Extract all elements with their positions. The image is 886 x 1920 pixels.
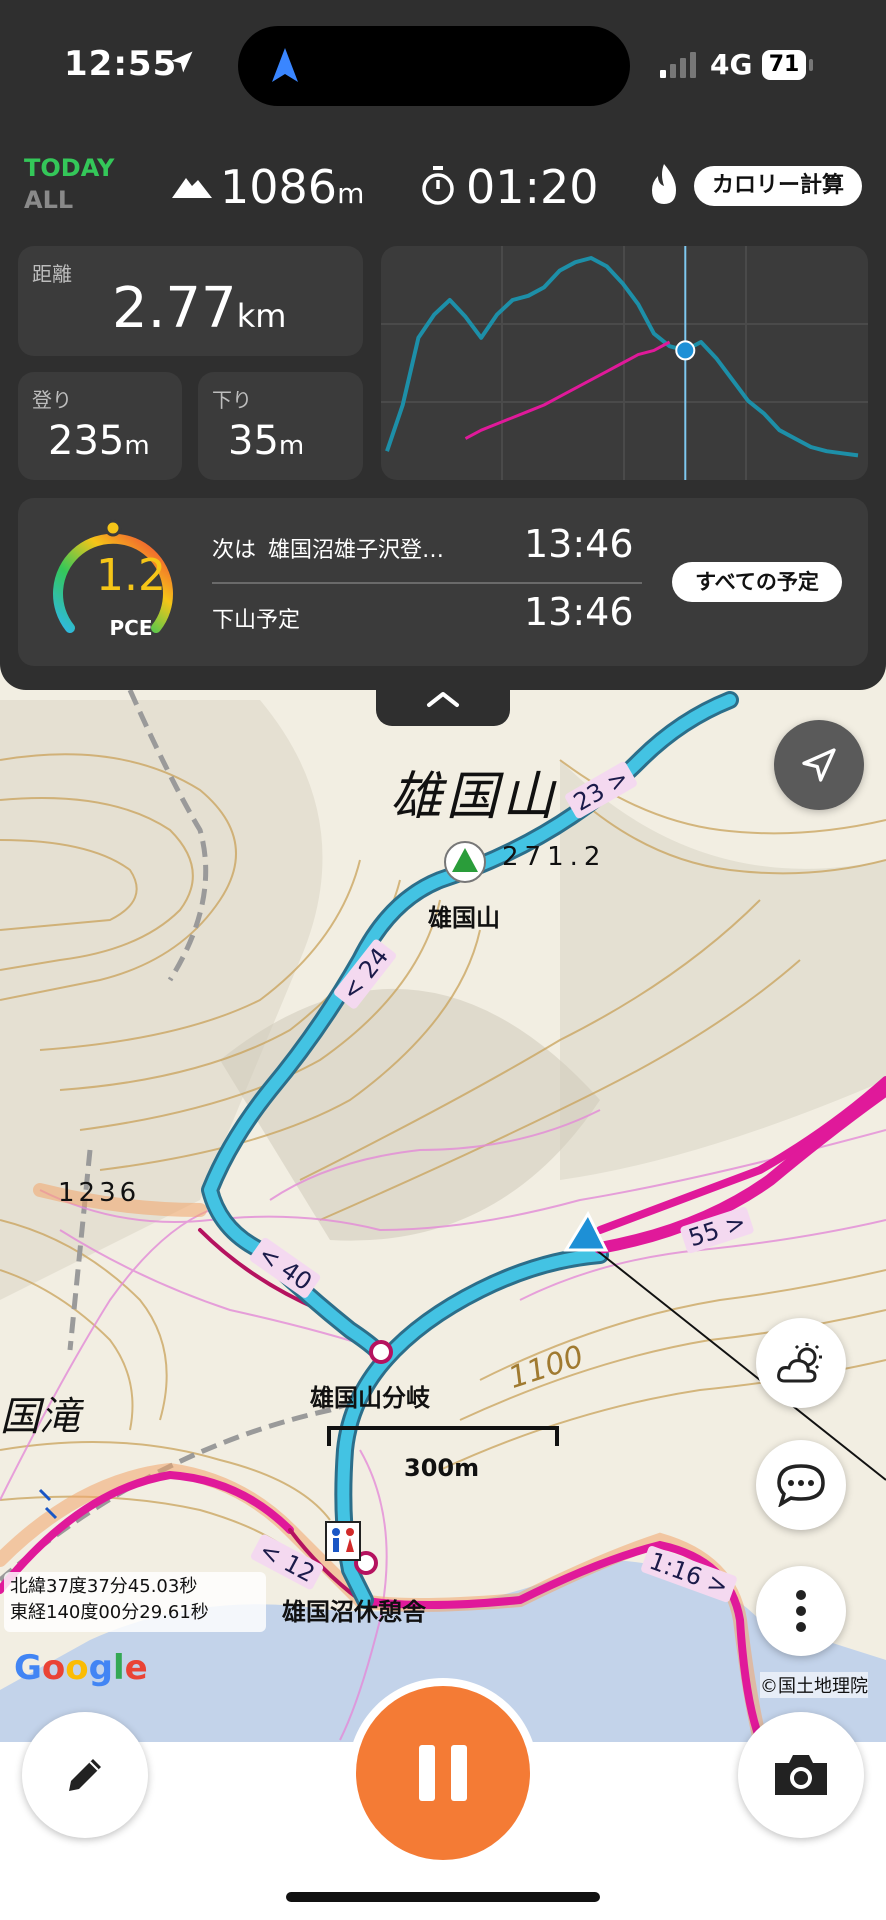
map-attribution: ©国土地理院 (760, 1672, 868, 1698)
all-toggle[interactable]: ALL (24, 186, 73, 214)
distance-value: 2.77km (112, 276, 287, 341)
camera-button[interactable] (738, 1712, 864, 1838)
pause-icon (419, 1745, 467, 1801)
next-arrival-time: 13:46 (524, 522, 634, 566)
next-label: 次は (212, 538, 257, 563)
plan-card[interactable]: 1.2 PCE 次は 雄国沼雄子沢登… 13:46 下山予定 13:46 すべて… (18, 498, 868, 666)
flame-icon (652, 164, 676, 204)
locate-me-button[interactable] (774, 720, 864, 810)
elevation-profile-chart[interactable] (381, 246, 868, 480)
coordinates-readout: 北緯37度37分45.03秒 東経140度00分29.61秒 (4, 1572, 266, 1632)
camera-icon (775, 1755, 827, 1795)
google-logo: Google (14, 1648, 148, 1688)
map-label-shelter[interactable]: 雄国沼休憩舎 (282, 1592, 426, 1627)
battery-indicator: 71 (762, 50, 806, 80)
status-time: 12:55 (64, 44, 178, 84)
cellular-signal-icon (660, 52, 696, 78)
latitude-text: 北緯37度37分45.03秒 (10, 1576, 198, 1597)
elevation-profile-svg (381, 246, 868, 480)
elevation-readout: 1086m (220, 160, 365, 214)
activity-dashboard: TODAY ALL 1086m 01:20 カロリー計算 距離 2.77km 登… (0, 130, 886, 690)
pce-value: 1.2 (96, 550, 166, 601)
descent-label: 下り (212, 388, 252, 412)
edit-button[interactable] (22, 1712, 148, 1838)
status-bar: 12:55 4G 71 (0, 0, 886, 130)
ascent-value: 235m (48, 418, 150, 464)
navigation-icon (272, 48, 298, 82)
location-arrow-icon (171, 51, 193, 73)
distance-label: 距離 (32, 262, 72, 286)
weather-button[interactable] (756, 1318, 846, 1408)
descent-card: 下り 35m (198, 372, 363, 480)
map-label-fork[interactable]: 雄国山分岐 (310, 1378, 430, 1413)
network-type: 4G (710, 48, 753, 81)
elapsed-time: 01:20 (466, 160, 599, 214)
weather-partly-cloudy-icon (777, 1343, 822, 1383)
pce-label: PCE (109, 616, 153, 640)
map-scale-label: 300m (404, 1454, 480, 1482)
map-label-peak-height: 271.2 (502, 842, 607, 872)
map-label-peak[interactable]: 雄国山 (428, 898, 500, 933)
plan-divider (212, 582, 642, 584)
chart-series-line (385, 256, 859, 458)
all-plans-button[interactable]: すべての予定 (672, 562, 842, 602)
today-toggle[interactable]: TODAY (24, 154, 114, 182)
calorie-calc-button[interactable]: カロリー計算 (694, 166, 862, 206)
descent-plan-time: 13:46 (524, 590, 634, 634)
ascent-label: 登り (32, 388, 72, 412)
descent-plan-label: 下山予定 (212, 608, 301, 633)
mountain-icon (172, 178, 212, 198)
map-label-height-1236: 1236 (58, 1178, 141, 1208)
ascent-card: 登り 235m (18, 372, 182, 480)
stopwatch-icon (422, 166, 454, 205)
map-label-waterfall: 国滝 (0, 1394, 80, 1440)
chat-button[interactable] (756, 1440, 846, 1530)
more-options-button[interactable] (756, 1566, 846, 1656)
descent-value: 35m (228, 418, 305, 464)
chart-series-line (464, 340, 671, 440)
longitude-text: 東経140度00分29.61秒 (10, 1602, 209, 1623)
battery-tip (809, 59, 813, 71)
location-arrow-icon (802, 748, 836, 782)
pencil-icon (69, 1759, 101, 1791)
home-indicator (286, 1892, 600, 1902)
chart-position-marker (675, 340, 696, 361)
next-destination: 雄国沼雄子沢登… (268, 538, 445, 563)
map-label-peak-large: 雄国山 (390, 767, 559, 827)
pause-recording-button[interactable] (356, 1686, 530, 1860)
dynamic-island[interactable] (238, 26, 630, 106)
more-vertical-icon (796, 1590, 806, 1632)
distance-card: 距離 2.77km (18, 246, 363, 356)
chat-bubble-icon (777, 1464, 825, 1507)
chevron-up-icon (427, 692, 459, 707)
